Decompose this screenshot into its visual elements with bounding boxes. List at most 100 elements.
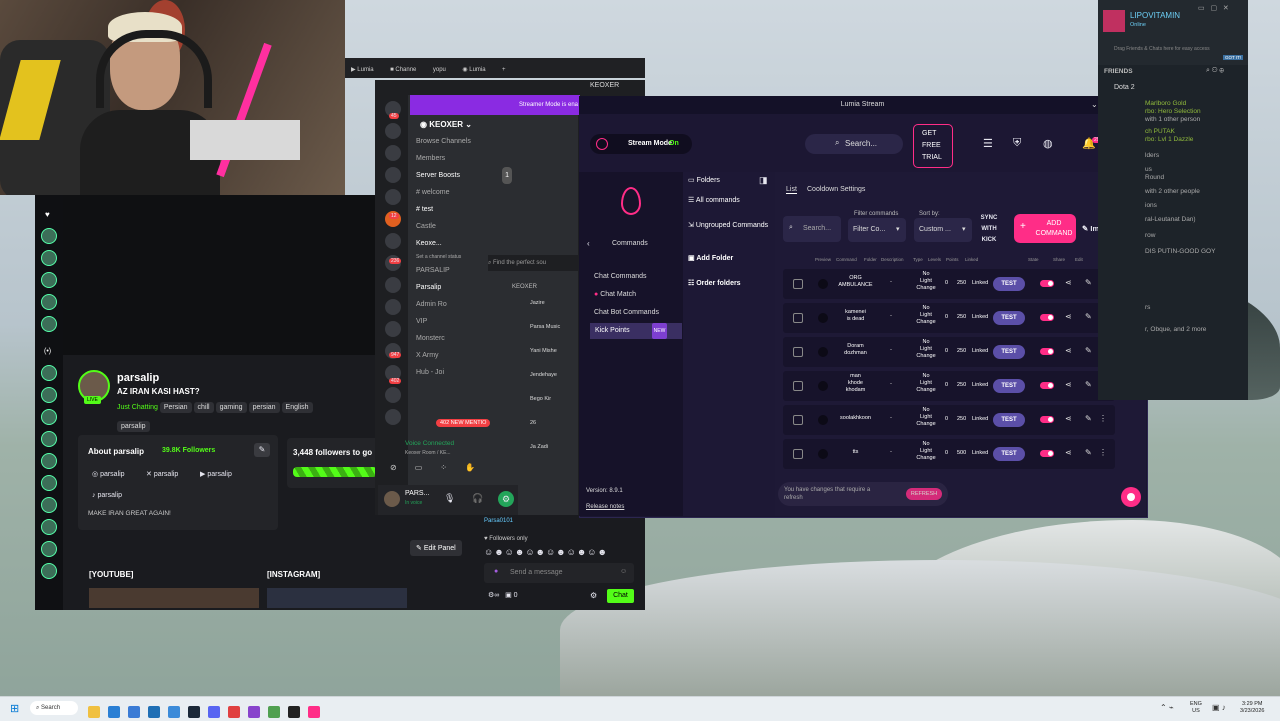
folder-all-commands[interactable]: ☰ All commands bbox=[688, 196, 740, 204]
channel-item[interactable]: X Army bbox=[416, 347, 512, 364]
server-icon[interactable] bbox=[385, 409, 401, 425]
channel-avatar[interactable] bbox=[41, 475, 57, 491]
friend-entry[interactable]: ch PUTAK bbox=[1145, 128, 1245, 136]
emote-row[interactable]: ☺☻☺☻☺☻☺☻☺☻☺☻ bbox=[484, 547, 608, 557]
channel-avatar[interactable] bbox=[41, 519, 57, 535]
tag[interactable]: gaming bbox=[215, 402, 247, 413]
voice-controls[interactable]: ⊘▭⁘✋ bbox=[390, 463, 515, 472]
channel-avatar[interactable] bbox=[41, 387, 57, 403]
share-icon[interactable]: ⋖ bbox=[1065, 312, 1072, 321]
test-button[interactable]: TEST bbox=[993, 447, 1025, 461]
youtube-panel-image[interactable] bbox=[89, 588, 259, 608]
channel-item[interactable]: Parsalip bbox=[416, 279, 512, 296]
command-row[interactable]: man khode khodam - No Light Change 0 250 Lin… bbox=[783, 371, 1115, 401]
row-checkbox[interactable] bbox=[793, 381, 803, 391]
more-vertical-icon[interactable]: ⋮ bbox=[1099, 414, 1107, 423]
record-button[interactable] bbox=[1121, 487, 1141, 507]
sliders-icon[interactable]: ☰ bbox=[983, 137, 993, 150]
share-icon[interactable]: ⋖ bbox=[1065, 414, 1072, 423]
channel-item[interactable]: Members bbox=[416, 150, 512, 167]
channel-item[interactable]: Castle bbox=[416, 218, 512, 235]
channel-avatar[interactable] bbox=[41, 294, 57, 310]
server-icon[interactable] bbox=[385, 233, 401, 249]
edit-pencil-icon[interactable]: ✎ bbox=[1085, 414, 1092, 423]
test-button[interactable]: TEST bbox=[993, 413, 1025, 427]
state-toggle[interactable] bbox=[1040, 280, 1054, 287]
got-it-button[interactable]: GOT IT! bbox=[1223, 55, 1244, 60]
browser-tab[interactable]: ▶ Lumia bbox=[345, 61, 380, 78]
nav-chat-match[interactable]: ● Chat Match bbox=[594, 291, 636, 298]
add-command-button[interactable]: + ADD COMMAND bbox=[1014, 214, 1076, 243]
browser-tab[interactable]: ■ Channe bbox=[384, 62, 422, 78]
edit-pencil-icon[interactable]: ✎ bbox=[1085, 380, 1092, 389]
x-link[interactable]: ✕ parsalip bbox=[146, 470, 178, 478]
youtube-link[interactable]: ▶ parsalip bbox=[200, 470, 232, 478]
friend-entry[interactable]: Marlboro Gold bbox=[1145, 100, 1245, 108]
share-icon[interactable]: ⋖ bbox=[1065, 448, 1072, 457]
state-toggle[interactable] bbox=[1040, 416, 1054, 423]
channel-item[interactable]: Keoxe... bbox=[416, 235, 512, 252]
discord-icon[interactable] bbox=[208, 705, 220, 718]
channel-item[interactable]: Admin Ro bbox=[416, 296, 512, 313]
friend-entry[interactable]: rs bbox=[1145, 304, 1245, 312]
tag[interactable]: English bbox=[281, 402, 313, 413]
settings-gear-icon[interactable]: ⚙ bbox=[590, 591, 597, 600]
stream-mode-toggle[interactable]: Stream Mode On bbox=[590, 134, 692, 154]
headphones-icon[interactable]: 🎧 bbox=[472, 493, 483, 504]
broadcast-icon[interactable]: (•) bbox=[44, 348, 51, 355]
app-icon[interactable] bbox=[268, 705, 280, 718]
tag[interactable]: chill bbox=[193, 402, 214, 413]
command-row[interactable]: tts - No Light Change 0 500 Linked TEST ⋖ … bbox=[783, 439, 1115, 469]
edit-pencil-icon[interactable]: ✎ bbox=[1085, 448, 1092, 457]
test-button[interactable]: TEST bbox=[993, 345, 1025, 359]
collapse-panel-icon[interactable]: ◨ bbox=[759, 175, 768, 186]
filter-commands-select[interactable]: Filter Co... ▾ bbox=[848, 218, 906, 242]
channel-item[interactable]: Hub - Joi bbox=[416, 364, 512, 381]
global-search[interactable]: ⌕ Search... bbox=[805, 134, 903, 154]
edit-pencil-icon[interactable]: ✎ bbox=[1085, 312, 1092, 321]
obs-icon[interactable] bbox=[288, 705, 300, 718]
game-group[interactable]: Dota 2 bbox=[1114, 84, 1135, 91]
stream-category[interactable]: Just Chatting Persian chill gaming persian E… bbox=[117, 402, 315, 413]
state-toggle[interactable] bbox=[1040, 382, 1054, 389]
channel-name[interactable]: parsalip bbox=[117, 372, 159, 384]
nav-kick-points[interactable]: Kick Points NEW bbox=[590, 323, 682, 339]
channel-avatar[interactable] bbox=[41, 250, 57, 266]
taskbar-search[interactable]: ⌕ Search bbox=[30, 701, 78, 715]
nav-chat-bot-commands[interactable]: Chat Bot Commands bbox=[594, 309, 659, 316]
tray-icons[interactable]: ⌃ ⌁ bbox=[1160, 703, 1174, 712]
browser-tab[interactable]: ◉ Lumia bbox=[456, 61, 491, 78]
channel-avatar[interactable] bbox=[41, 541, 57, 557]
channel-avatar[interactable] bbox=[41, 431, 57, 447]
order-folders-button[interactable]: ☷ Order folders bbox=[688, 279, 741, 287]
channel-avatar[interactable] bbox=[41, 272, 57, 288]
instagram-panel-image[interactable] bbox=[267, 588, 407, 608]
command-row[interactable]: kamenei is dead - No Light Change 0 250 Lin… bbox=[783, 303, 1115, 333]
member-item[interactable]: Jendehaye bbox=[530, 372, 578, 396]
heart-icon[interactable]: ♥ bbox=[45, 210, 50, 219]
browser-tab[interactable]: yopu bbox=[427, 62, 452, 78]
instagram-link[interactable]: ◎ parsalip bbox=[92, 470, 125, 478]
test-button[interactable]: TEST bbox=[993, 277, 1025, 291]
member-item[interactable]: Parsa Music bbox=[530, 324, 578, 348]
test-button[interactable]: TEST bbox=[993, 311, 1025, 325]
file-explorer-icon[interactable] bbox=[88, 705, 100, 718]
edge-icon[interactable] bbox=[108, 705, 120, 718]
channel-avatar[interactable] bbox=[41, 228, 57, 244]
channel-avatar[interactable] bbox=[41, 563, 57, 579]
chat-username[interactable]: Parsa0101 bbox=[484, 518, 513, 524]
row-checkbox[interactable] bbox=[793, 279, 803, 289]
member-item[interactable]: Yani Mishe bbox=[530, 348, 578, 372]
nav-chat-commands[interactable]: Chat Commands bbox=[594, 273, 647, 280]
tag[interactable]: Persian bbox=[159, 402, 192, 413]
palette-icon[interactable]: ◍ bbox=[1043, 137, 1053, 150]
gif-search-input[interactable]: ⌕ Find the perfect sou bbox=[488, 255, 580, 271]
settings-gear-icon[interactable]: ⚙ bbox=[498, 491, 514, 507]
tab-cooldown-settings[interactable]: Cooldown Settings bbox=[807, 186, 865, 193]
state-toggle[interactable] bbox=[1040, 348, 1054, 355]
tiktok-link[interactable]: ♪ parsalip bbox=[92, 492, 122, 499]
member-item[interactable]: Bego Kir bbox=[530, 396, 578, 420]
state-toggle[interactable] bbox=[1040, 314, 1054, 321]
row-checkbox[interactable] bbox=[793, 415, 803, 425]
mic-icon[interactable]: 🎙 bbox=[444, 493, 455, 504]
